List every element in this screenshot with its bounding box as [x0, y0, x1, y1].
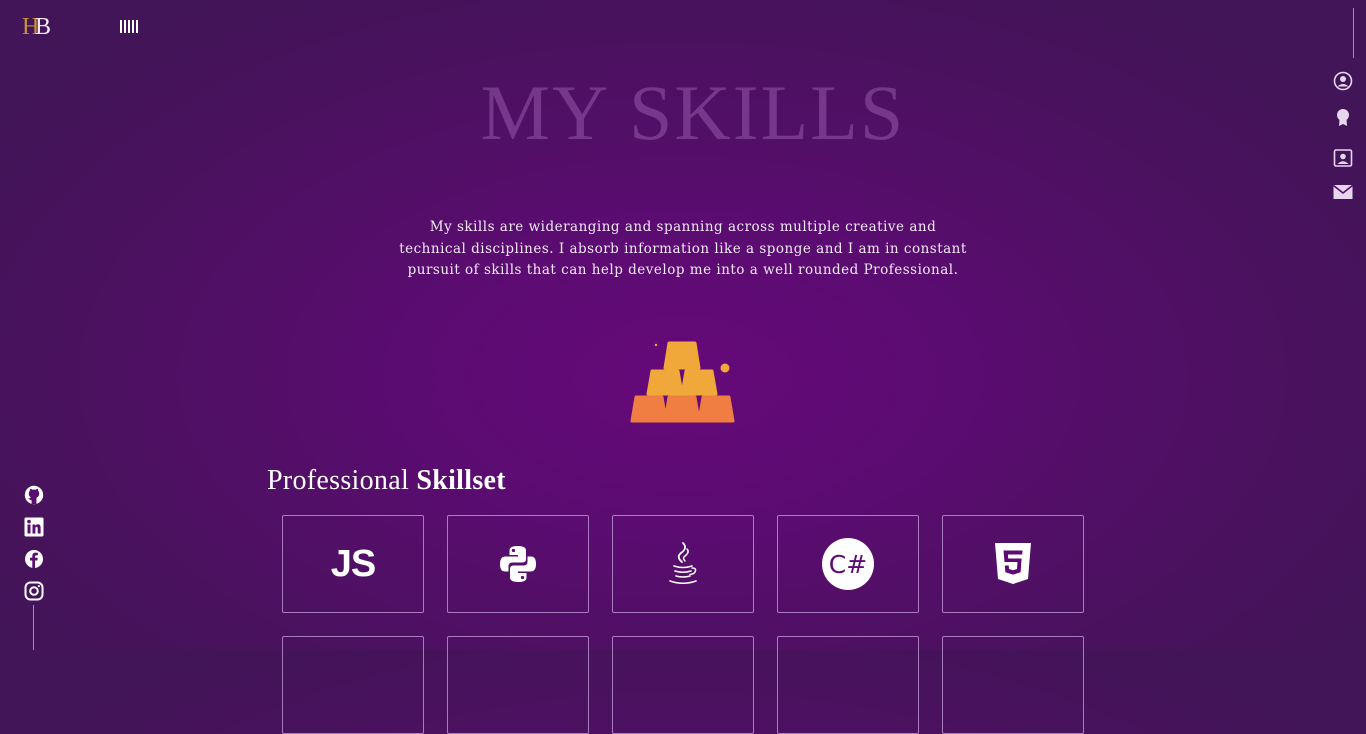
instagram-icon[interactable] — [24, 581, 44, 601]
skill-card[interactable] — [282, 636, 424, 734]
javascript-label: JS — [330, 542, 376, 585]
envelope-icon[interactable] — [1332, 181, 1354, 203]
skill-card-python[interactable] — [447, 515, 589, 613]
skill-card[interactable] — [777, 636, 919, 734]
skill-card-html5[interactable] — [942, 515, 1084, 613]
skill-card[interactable] — [447, 636, 589, 734]
python-icon — [498, 544, 538, 584]
section-heading-light: Professional — [267, 465, 410, 496]
page-title: MY SKILLS — [480, 69, 906, 156]
html5-icon — [994, 542, 1032, 586]
csharp-icon: C# — [822, 538, 874, 590]
javascript-icon: JS — [330, 542, 376, 586]
facebook-icon[interactable] — [24, 549, 44, 569]
logo-letter-b: B — [35, 14, 52, 40]
skill-card-csharp[interactable]: C# — [777, 515, 919, 613]
csharp-label: C# — [828, 549, 868, 579]
skill-card[interactable] — [942, 636, 1084, 734]
section-heading: Professional Skillset — [267, 465, 506, 497]
skill-card-java[interactable] — [612, 515, 754, 613]
intro-paragraph: My skills are wideranging and spanning a… — [399, 219, 967, 278]
java-icon — [665, 541, 701, 587]
linkedin-icon[interactable] — [24, 517, 44, 537]
skill-card-javascript[interactable]: JS — [282, 515, 424, 613]
site-logo[interactable]: H B — [22, 14, 62, 40]
gold-bars-icon — [628, 338, 740, 426]
menu-bars-icon[interactable] — [120, 20, 142, 34]
skill-card[interactable] — [612, 636, 754, 734]
github-icon[interactable] — [24, 485, 44, 505]
logo-letter-h: H — [22, 14, 39, 40]
right-accent-line — [1353, 8, 1354, 58]
section-heading-bold: Skillset — [416, 465, 506, 496]
left-accent-line — [33, 605, 34, 650]
